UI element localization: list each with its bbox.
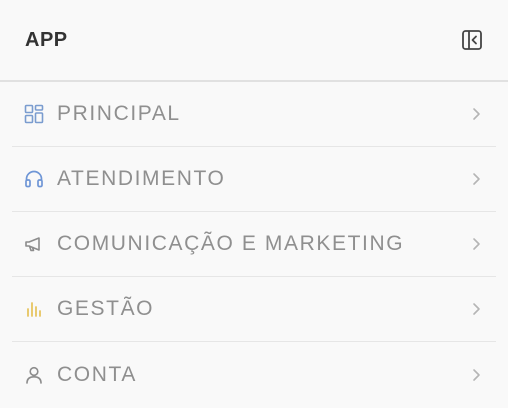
sidebar-item-comunicacao-marketing[interactable]: COMUNICAÇÃO E MARKETING	[12, 212, 496, 277]
headphones-icon	[24, 169, 44, 189]
chevron-right-icon	[470, 302, 482, 316]
sidebar-item-label: ATENDIMENTO	[57, 167, 226, 190]
sidebar-item-atendimento[interactable]: ATENDIMENTO	[12, 147, 496, 212]
user-icon	[24, 365, 44, 385]
chevron-right-icon	[470, 107, 482, 121]
sidebar-item-principal[interactable]: PRINCIPAL	[12, 82, 496, 147]
bar-chart-icon	[24, 299, 44, 319]
sidebar-menu: PRINCIPAL ATENDIMENTO COMUNICAÇÃO E MARK…	[0, 82, 508, 407]
chevron-right-icon	[470, 172, 482, 186]
chevron-right-icon	[470, 237, 482, 251]
sidebar: APP PRINCIPAL ATENDIMENTO COMUNICAÇÃO E …	[0, 0, 508, 408]
sidebar-item-label: GESTÃO	[57, 297, 155, 320]
dashboard-grid-icon	[24, 104, 44, 124]
sidebar-item-label: PRINCIPAL	[57, 102, 181, 125]
app-title: APP	[25, 28, 68, 51]
sidebar-item-gestao[interactable]: GESTÃO	[12, 277, 496, 342]
megaphone-icon	[24, 234, 44, 254]
sidebar-item-label: CONTA	[57, 362, 137, 386]
sidebar-item-conta[interactable]: CONTA	[12, 342, 496, 407]
sidebar-header: APP	[0, 0, 508, 82]
sidebar-collapse-button[interactable]	[460, 28, 484, 52]
sidebar-item-label: COMUNICAÇÃO E MARKETING	[57, 232, 405, 255]
chevron-right-icon	[470, 368, 482, 382]
sidebar-collapse-icon	[462, 30, 482, 50]
